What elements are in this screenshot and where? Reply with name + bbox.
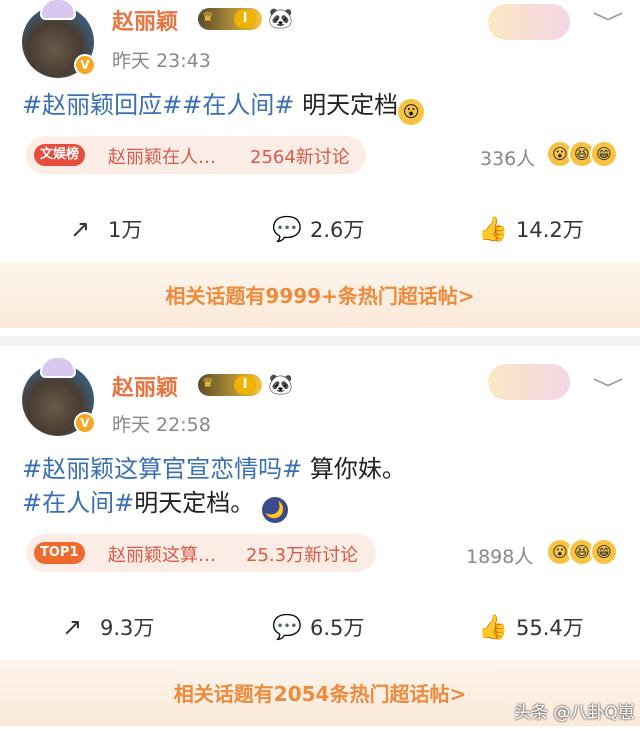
- rank-badge[interactable]: ♛ I: [198, 8, 262, 30]
- post-content-line-2: #在人间#明天定档。 🌙: [22, 486, 406, 523]
- avatar-hat-decoration: [40, 0, 76, 20]
- chevron-down-icon[interactable]: ﹀: [593, 6, 624, 38]
- post-time: 昨天 23:43: [112, 50, 211, 72]
- chevron-down-icon[interactable]: ﹀: [593, 372, 624, 404]
- panda-icon: 🐼: [268, 372, 293, 396]
- comment-count: 6.5万: [310, 616, 365, 640]
- source-watermark: 头条 @八卦Q崽: [514, 703, 635, 723]
- post-content: #赵丽颖回应##在人间# 明天定档 😮: [22, 88, 425, 125]
- rank-level: I: [234, 376, 256, 394]
- post-content-line-1: #赵丽颖这算官宣恋情吗# 算你妹。: [22, 452, 406, 486]
- like-count: 14.2万: [516, 218, 584, 242]
- share-count: 9.3万: [100, 616, 155, 640]
- post-content: #赵丽颖这算官宣恋情吗# 算你妹。 #在人间#明天定档。 🌙: [22, 452, 406, 523]
- card-decoration: [488, 4, 570, 40]
- hot-topics-label: 相关话题有2054条热门超话帖>: [173, 682, 467, 706]
- share-count: 1万: [108, 218, 143, 242]
- topic-bar[interactable]: 文娱榜 赵丽颖在人… 2564新讨论: [26, 136, 366, 174]
- rank-badge[interactable]: ♛ I: [198, 374, 262, 396]
- moon-emoji-icon: 🌙: [261, 497, 288, 523]
- topic-text: 赵丽颖这算…: [108, 545, 216, 566]
- post-text: 算你妹。: [302, 455, 406, 483]
- avatar[interactable]: V: [22, 356, 96, 436]
- rank-level: I: [234, 10, 256, 28]
- hashtag-link[interactable]: #赵丽颖这算官宣恋情吗#: [22, 455, 302, 483]
- topic-count: 2564新讨论: [250, 147, 350, 168]
- verified-badge-icon: V: [74, 412, 96, 434]
- post-time: 昨天 22:58: [112, 414, 211, 436]
- topic-text: 赵丽颖在人…: [108, 147, 216, 168]
- hashtag-link[interactable]: #在人间#: [22, 489, 134, 517]
- topic-count: 25.3万新讨论: [246, 545, 359, 566]
- topic-bar[interactable]: TOP1 赵丽颖这算… 25.3万新讨论: [26, 534, 376, 572]
- like-count: 55.4万: [516, 616, 584, 640]
- verified-badge-icon: V: [74, 54, 96, 76]
- username[interactable]: 赵丽颖: [112, 370, 178, 402]
- share-icon: ↗: [62, 613, 83, 641]
- thumbs-up-icon: 👍: [478, 215, 508, 243]
- comment-icon: 💬: [272, 613, 302, 641]
- grin-emoji-icon: 😁: [590, 538, 618, 566]
- post-text: 明天定档。: [134, 489, 255, 517]
- comment-count: 2.6万: [310, 218, 365, 242]
- comment-icon: 💬: [272, 215, 302, 243]
- post-divider: [0, 336, 640, 346]
- username[interactable]: 赵丽颖: [112, 4, 178, 36]
- hashtag-link[interactable]: #赵丽颖回应#: [22, 91, 182, 119]
- card-decoration: [488, 364, 570, 400]
- topic-tag-badge: 文娱榜: [34, 144, 86, 166]
- weibo-post-1: V 赵丽颖 ♛ I 🐼 昨天 23:43 ﹀ #赵丽颖回应##在人间# 明天定档…: [0, 0, 640, 336]
- surprised-emoji-icon: 😮: [398, 99, 425, 125]
- weibo-post-2: V 赵丽颖 ♛ I 🐼 昨天 22:58 ﹀ #赵丽颖这算官宣恋情吗# 算你妹。…: [0, 346, 640, 729]
- hot-topics-link[interactable]: 相关话题有9999+条热门超话帖>: [0, 262, 640, 328]
- avatar-hat-decoration: [40, 356, 76, 378]
- panda-icon: 🐼: [268, 6, 293, 30]
- topic-tag-badge: TOP1: [34, 542, 85, 564]
- share-icon: ↗: [70, 215, 91, 243]
- avatar[interactable]: V: [22, 0, 96, 78]
- hot-topics-label: 相关话题有9999+条热门超话帖>: [165, 284, 475, 308]
- crown-icon: ♛: [202, 10, 214, 25]
- read-count: 336人: [480, 148, 536, 170]
- thumbs-up-icon: 👍: [478, 613, 508, 641]
- grin-emoji-icon: 😁: [590, 140, 618, 168]
- crown-icon: ♛: [202, 376, 214, 391]
- hashtag-link[interactable]: #在人间#: [182, 91, 294, 119]
- read-count: 1898人: [466, 546, 534, 568]
- post-text: 明天定档: [294, 91, 399, 119]
